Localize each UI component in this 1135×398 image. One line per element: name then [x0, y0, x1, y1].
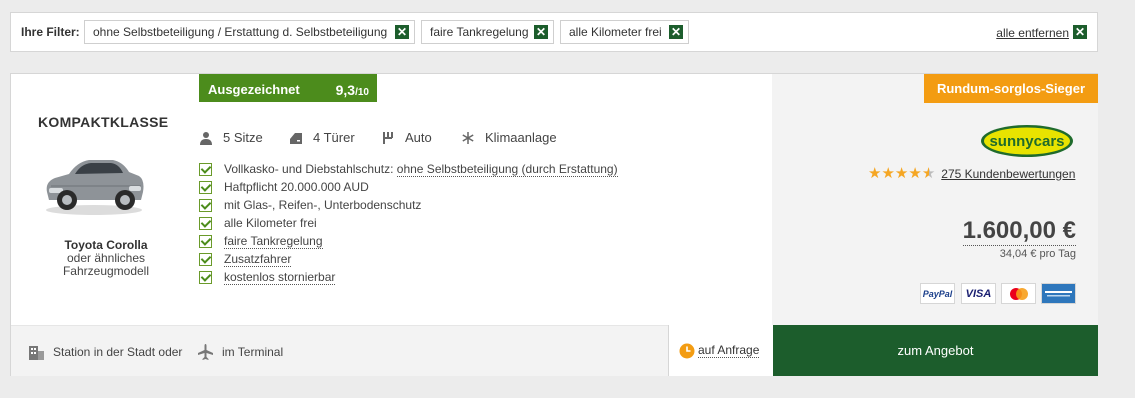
filter-bar: Ihre Filter: ohne Selbstbeteiligung / Er… — [10, 12, 1098, 52]
filter-label: Ihre Filter: — [21, 25, 80, 39]
star-half-icon: ★ — [921, 165, 936, 182]
pickup-locations: Station in der Stadt oder im Terminal — [11, 325, 668, 376]
filter-chip-label: faire Tankregelung — [430, 25, 529, 39]
filter-chip-label: ohne Selbstbeteiligung / Erstattung d. S… — [93, 25, 388, 39]
checkbox-icon — [199, 162, 212, 176]
paypal-icon: PayPal — [920, 283, 955, 304]
reviews-link[interactable]: 275 Kundenbewertungen — [941, 167, 1075, 181]
location-terminal: im Terminal — [197, 344, 283, 360]
rating-label: Ausgezeichnet — [208, 82, 300, 97]
building-icon — [29, 346, 44, 360]
feature-extra-driver: Zusatzfahrer — [199, 250, 618, 268]
spec-aircon: Klimaanlage — [461, 130, 557, 145]
checkbox-icon — [199, 198, 212, 212]
car-image — [46, 160, 144, 215]
visa-icon: VISA — [961, 283, 996, 304]
person-icon — [200, 131, 212, 145]
price-per-day: 34,04 € pro Tag — [999, 248, 1076, 260]
close-icon[interactable]: ✕ — [669, 25, 683, 39]
car-class-title: KOMPAKTKLASSE — [38, 114, 169, 130]
door-icon — [290, 132, 302, 144]
rating-score: 9,3/10 — [335, 82, 369, 98]
filter-chip-label: alle Kilometer frei — [569, 25, 662, 39]
spec-seats: 5 Sitze — [199, 130, 263, 145]
feature-info-link[interactable]: faire Tankregelung — [224, 234, 323, 249]
feature-list: Vollkasko- und Diebstahlschutz: ohne Sel… — [199, 160, 618, 286]
checkbox-icon — [199, 252, 212, 266]
feature-cancellation: kostenlos stornierbar — [199, 268, 618, 286]
location-city: Station in der Stadt oder — [28, 344, 182, 360]
star-icon: ★ — [868, 165, 882, 182]
svg-text:sunnycars: sunnycars — [989, 133, 1064, 150]
close-icon[interactable]: ✕ — [1073, 25, 1087, 39]
checkbox-icon — [199, 180, 212, 194]
close-icon[interactable]: ✕ — [395, 25, 409, 39]
remove-all-filters-link[interactable]: alle entfernen — [996, 26, 1069, 40]
filter-chip-mileage[interactable]: alle Kilometer frei ✕ — [560, 20, 689, 44]
feature-fuel: faire Tankregelung — [199, 232, 618, 250]
airplane-icon — [198, 344, 213, 360]
feature-insurance: Vollkasko- und Diebstahlschutz: ohne Sel… — [199, 160, 618, 178]
filter-chip-fuel[interactable]: faire Tankregelung ✕ — [421, 20, 554, 44]
availability[interactable]: auf Anfrage — [668, 325, 773, 376]
star-icon: ★ — [894, 165, 909, 182]
offer-side-panel: Rundum-sorglos-Sieger sunnycars ★ ★ ★ ★ … — [772, 74, 1098, 325]
mastercard-icon — [1001, 283, 1036, 304]
spec-doors: 4 Türer — [289, 130, 355, 145]
car-model-similar: oder ähnliches Fahrzeugmodell — [62, 251, 150, 278]
offer-card: Ausgezeichnet 9,3/10 KOMPAKTKLASSE Toyot… — [10, 73, 1098, 376]
winner-badge: Rundum-sorglos-Sieger — [924, 74, 1098, 103]
feature-info-link[interactable]: Zusatzfahrer — [224, 252, 292, 267]
close-icon[interactable]: ✕ — [534, 25, 548, 39]
car-model: Toyota Corolla oder ähnliches Fahrzeugmo… — [31, 239, 181, 278]
star-rating: ★ ★ ★ ★ ★ 275 Kundenbewertungen — [868, 166, 1075, 181]
checkbox-icon — [199, 270, 212, 284]
checkbox-icon — [199, 216, 212, 230]
feature-info-link[interactable]: ohne Selbstbeteiligung (durch Erstattung… — [396, 162, 618, 177]
filter-chip-deductible[interactable]: ohne Selbstbeteiligung / Erstattung d. S… — [84, 20, 415, 44]
availability-label: auf Anfrage — [698, 343, 760, 358]
rating-badge: Ausgezeichnet 9,3/10 — [199, 74, 377, 102]
star-icon: ★ — [908, 165, 922, 182]
feature-info-link[interactable]: kostenlos stornierbar — [224, 270, 336, 285]
feature-liability: Haftpflicht 20.000.000 AUD — [199, 178, 618, 196]
star-icon: ★ — [881, 165, 895, 182]
snowflake-icon — [462, 131, 474, 144]
gearshift-icon — [383, 131, 393, 144]
view-offer-button[interactable]: zum Angebot — [773, 325, 1098, 376]
amex-icon — [1041, 283, 1076, 304]
checkbox-icon — [199, 234, 212, 248]
feature-mileage: alle Kilometer frei — [199, 214, 618, 232]
provider-logo: sunnycars — [981, 125, 1073, 157]
feature-glass-tyres: mit Glas-, Reifen-, Unterbodenschutz — [199, 196, 618, 214]
total-price: 1.600,00 € — [962, 217, 1076, 246]
clock-icon — [679, 343, 695, 358]
spec-transmission: Auto — [381, 130, 432, 145]
